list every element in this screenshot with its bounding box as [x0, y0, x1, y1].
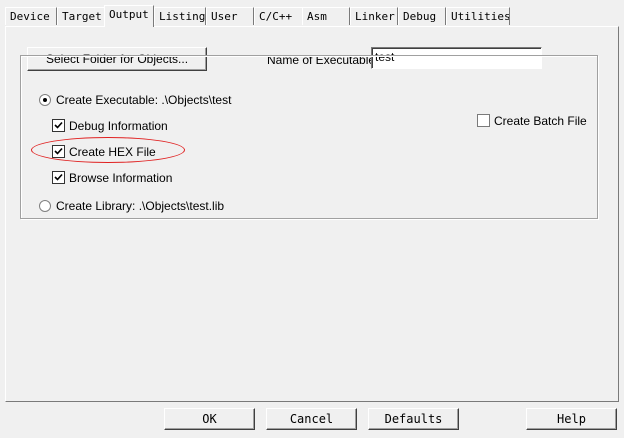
browse-information-checkbox[interactable]	[52, 171, 65, 184]
create-executable-label: Create Executable: .\Objects\test	[56, 93, 232, 107]
create-executable-radio[interactable]	[39, 94, 51, 106]
radio-selected-dot	[43, 98, 47, 102]
debug-information-checkbox[interactable]	[52, 119, 65, 132]
help-button[interactable]: Help	[526, 408, 617, 430]
create-library-label: Create Library: .\Objects\test.lib	[56, 199, 225, 213]
check-icon	[54, 121, 63, 129]
defaults-button[interactable]: Defaults	[368, 408, 459, 430]
debug-information-label: Debug Information	[69, 119, 168, 133]
browse-information-label: Browse Information	[69, 171, 173, 185]
create-batch-file-checkbox[interactable]	[477, 114, 490, 127]
create-library-radio[interactable]	[39, 200, 51, 212]
highlight-ellipse	[31, 137, 185, 163]
ok-button[interactable]: OK	[164, 408, 255, 430]
cancel-button[interactable]: Cancel	[266, 408, 357, 430]
check-icon	[54, 173, 63, 181]
create-batch-file-label: Create Batch File	[494, 114, 587, 128]
